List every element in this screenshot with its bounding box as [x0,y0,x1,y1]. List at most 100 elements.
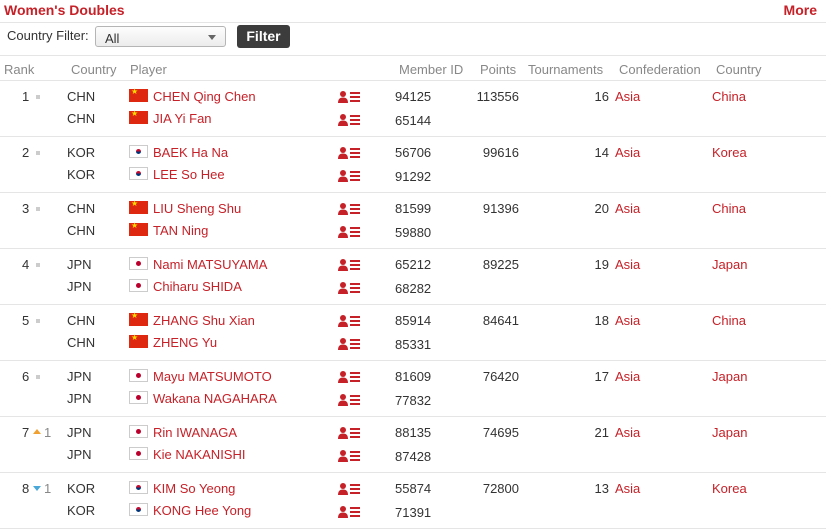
rank-value: 1 [22,89,30,104]
member-id: 91292 [395,169,432,184]
country-link[interactable]: Korea [712,481,747,496]
player-name-link[interactable]: Nami MATSUYAMA [153,257,267,272]
country-link[interactable]: China [712,313,746,328]
country-filter-select[interactable]: All [95,26,226,47]
player-profile-icon[interactable] [338,314,360,328]
table-row: 1 CHN CHEN Qing Chen 94125 CHN JIA Yi Fan 6514… [0,81,826,137]
country-link[interactable]: Japan [712,257,747,272]
section-title: Women's Doubles [4,2,125,18]
flag-kor-icon [129,503,148,516]
confederation-link[interactable]: Asia [615,89,640,104]
player-country-code: CHN [67,89,96,104]
col-confederation[interactable]: Confederation [619,62,701,77]
rank-value: 3 [22,201,30,216]
player-name-link[interactable]: Chiharu SHIDA [153,279,242,294]
points-value: 89225 [482,257,519,272]
flag-chn-icon [129,333,148,348]
tournaments-value: 18 [594,313,609,328]
player-name-link[interactable]: ZHENG Yu [153,335,217,350]
player-name-link[interactable]: BAEK Ha Na [153,145,228,160]
player-profile-icon[interactable] [338,370,360,384]
points-value: 84641 [482,313,519,328]
player-name-link[interactable]: Kie NAKANISHI [153,447,245,462]
player-name-link[interactable]: LEE So Hee [153,167,225,182]
table-row: 7 1 JPN Rin IWANAGA 88135 JPN Kie NAKANISHI 874… [0,417,826,473]
col-country[interactable]: Country [71,62,117,77]
player-country-code: JPN [67,279,92,294]
col-player[interactable]: Player [130,62,167,77]
flag-jpn-icon [129,425,148,438]
player-name-link[interactable]: ZHANG Shu Xian [153,313,255,328]
confederation-link[interactable]: Asia [615,425,640,440]
rank-steady-icon [36,319,40,323]
player-name-link[interactable]: Rin IWANAGA [153,425,237,440]
member-id: 55874 [395,481,432,496]
player-name-link[interactable]: CHEN Qing Chen [153,89,256,104]
player-profile-icon[interactable] [338,225,360,239]
player-profile-icon[interactable] [338,281,360,295]
rank-value: 6 [22,369,30,384]
player-profile-icon[interactable] [338,169,360,183]
filter-button[interactable]: Filter [237,25,290,48]
confederation-link[interactable]: Asia [615,145,640,160]
flag-chn-icon [129,311,148,326]
player-profile-icon[interactable] [338,113,360,127]
player-profile-icon[interactable] [338,202,360,216]
country-filter-value: All [105,31,120,46]
player-profile-icon[interactable] [338,337,360,351]
more-link[interactable]: More [784,2,817,18]
player-profile-icon[interactable] [338,449,360,463]
table-row: 8 1 KOR KIM So Yeong 55874 KOR KONG Hee Yong 71… [0,473,826,529]
player-country-code: CHN [67,335,96,350]
confederation-link[interactable]: Asia [615,201,640,216]
player-name-link[interactable]: KONG Hee Yong [153,503,251,518]
player-profile-icon[interactable] [338,146,360,160]
flag-chn-icon [129,109,148,124]
player-profile-icon[interactable] [338,505,360,519]
player-name-link[interactable]: LIU Sheng Shu [153,201,241,216]
country-link[interactable]: Japan [712,369,747,384]
flag-jpn-icon [129,279,148,292]
country-link[interactable]: China [712,201,746,216]
col-tournaments[interactable]: Tournaments [528,62,603,77]
player-profile-icon[interactable] [338,426,360,440]
confederation-link[interactable]: Asia [615,313,640,328]
points-value: 91396 [482,201,519,216]
player-country-code: JPN [67,257,92,272]
rank-change: 1 [44,481,52,496]
player-profile-icon[interactable] [338,90,360,104]
player-profile-icon[interactable] [338,393,360,407]
confederation-link[interactable]: Asia [615,481,640,496]
country-link[interactable]: China [712,89,746,104]
rank-value: 2 [22,145,30,160]
country-link[interactable]: Korea [712,145,747,160]
player-name-link[interactable]: JIA Yi Fan [153,111,212,126]
player-name-link[interactable]: TAN Ning [153,223,208,238]
player-name-link[interactable]: Wakana NAGAHARA [153,391,277,406]
col-country-name[interactable]: Country [716,62,762,77]
player-name-link[interactable]: Mayu MATSUMOTO [153,369,272,384]
confederation-link[interactable]: Asia [615,369,640,384]
member-id: 87428 [395,449,432,464]
country-link[interactable]: Japan [712,425,747,440]
player-name-link[interactable]: KIM So Yeong [153,481,235,496]
confederation-link[interactable]: Asia [615,257,640,272]
rank-value: 5 [22,313,30,328]
table-row: 4 JPN Nami MATSUYAMA 65212 JPN Chiharu SHIDA 6… [0,249,826,305]
flag-chn-icon [129,221,148,236]
member-id: 85331 [395,337,432,352]
points-value: 72800 [482,481,519,496]
rank-steady-icon [36,151,40,155]
player-profile-icon[interactable] [338,258,360,272]
player-profile-icon[interactable] [338,482,360,496]
col-points[interactable]: Points [480,62,516,77]
player-country-code: CHN [67,201,96,216]
flag-jpn-icon [129,257,148,270]
chevron-down-icon [208,35,216,40]
member-id: 65144 [395,113,432,128]
flag-jpn-icon [129,391,148,404]
tournaments-value: 19 [594,257,609,272]
col-rank[interactable]: Rank [4,62,34,77]
col-member-id[interactable]: Member ID [399,62,463,77]
player-country-code: CHN [67,111,96,126]
